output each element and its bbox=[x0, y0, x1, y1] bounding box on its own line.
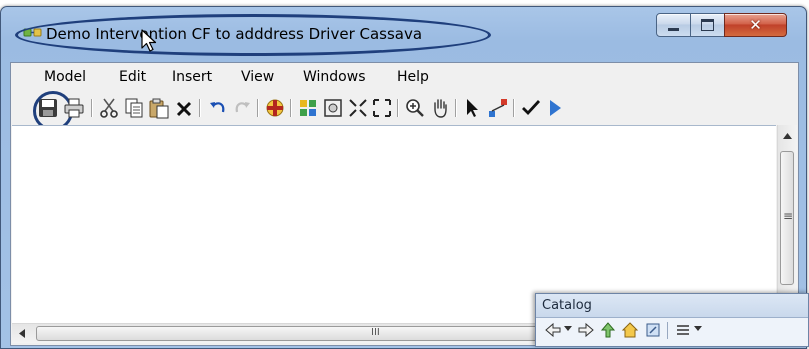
forward-arrow-icon[interactable] bbox=[577, 321, 595, 339]
menu-bar: Model Edit Insert View Windows Help bbox=[11, 65, 798, 89]
title-highlight-ellipse bbox=[15, 14, 491, 56]
title-bar[interactable]: Demo Intervention CF to adddress Driver … bbox=[1, 7, 806, 60]
toolbar-separator bbox=[199, 99, 200, 117]
toolbar-separator bbox=[455, 99, 456, 117]
auto-layout-button[interactable] bbox=[297, 97, 319, 119]
minimize-button[interactable] bbox=[656, 13, 691, 37]
toolbar bbox=[11, 91, 798, 131]
menu-windows[interactable]: Windows bbox=[303, 69, 366, 85]
print-button[interactable] bbox=[63, 97, 85, 119]
paste-button[interactable] bbox=[148, 97, 170, 119]
toolbar-separator bbox=[257, 99, 258, 117]
toolbar-separator bbox=[290, 99, 291, 117]
select-button[interactable] bbox=[462, 97, 484, 119]
add-data-button[interactable] bbox=[264, 97, 286, 119]
paste-icon bbox=[149, 98, 169, 119]
undo-icon bbox=[210, 102, 225, 113]
back-arrow-icon[interactable] bbox=[544, 321, 562, 339]
zoom-in-fixed-button[interactable] bbox=[347, 97, 369, 119]
views-icon[interactable] bbox=[674, 321, 692, 339]
full-extent-icon bbox=[324, 99, 342, 117]
delete-button[interactable] bbox=[173, 97, 195, 119]
save-button[interactable] bbox=[33, 91, 73, 131]
run-icon bbox=[550, 100, 561, 116]
connect-button[interactable] bbox=[487, 97, 509, 119]
redo-button[interactable] bbox=[231, 97, 253, 119]
scroll-grip-icon: III bbox=[371, 327, 380, 338]
full-extent-button[interactable] bbox=[322, 97, 344, 119]
run-button[interactable] bbox=[544, 97, 566, 119]
copy-button[interactable] bbox=[123, 97, 145, 119]
redo-icon bbox=[235, 102, 250, 113]
toolbar-separator bbox=[397, 99, 398, 117]
auto-layout-icon bbox=[300, 100, 316, 116]
close-button[interactable]: ✕ bbox=[724, 13, 787, 37]
toolbar-separator bbox=[91, 99, 92, 117]
menu-help[interactable]: Help bbox=[397, 69, 429, 85]
maximize-button[interactable] bbox=[690, 13, 725, 37]
mouse-cursor-icon bbox=[141, 29, 157, 52]
scroll-grip-icon: ≡ bbox=[783, 209, 794, 223]
close-icon: ✕ bbox=[749, 16, 762, 34]
catalog-header[interactable]: Catalog bbox=[536, 294, 808, 318]
up-one-level-icon[interactable] bbox=[599, 321, 617, 339]
cut-icon bbox=[100, 98, 118, 118]
catalog-window: Catalog bbox=[535, 293, 809, 347]
home-icon[interactable] bbox=[621, 321, 639, 339]
zoom-in-button[interactable] bbox=[404, 97, 426, 119]
toolbar-separator bbox=[513, 99, 514, 117]
menu-model[interactable]: Model bbox=[44, 69, 86, 85]
zoom-in-fixed-icon bbox=[349, 99, 367, 117]
zoom-in-icon bbox=[406, 99, 424, 117]
toolbar-separator bbox=[667, 322, 668, 339]
menu-edit[interactable]: Edit bbox=[119, 69, 146, 85]
delete-icon bbox=[176, 101, 192, 117]
pan-icon bbox=[434, 99, 447, 118]
catalog-title: Catalog bbox=[542, 298, 592, 313]
connect-icon bbox=[489, 99, 507, 117]
undo-button[interactable] bbox=[207, 97, 229, 119]
scroll-left-arrow-icon[interactable] bbox=[19, 329, 25, 338]
validate-button[interactable] bbox=[520, 97, 542, 119]
chevron-down-icon[interactable] bbox=[694, 326, 702, 332]
zoom-out-fixed-icon bbox=[373, 99, 391, 117]
select-icon bbox=[467, 99, 478, 117]
chevron-down-icon[interactable] bbox=[564, 326, 572, 332]
catalog-toolbar bbox=[536, 318, 808, 344]
scroll-up-arrow-icon[interactable] bbox=[783, 133, 792, 139]
minimize-icon bbox=[668, 27, 679, 31]
maximize-icon bbox=[701, 19, 714, 31]
zoom-out-fixed-button[interactable] bbox=[371, 97, 393, 119]
pan-button[interactable] bbox=[429, 97, 451, 119]
validate-icon bbox=[522, 100, 541, 116]
menu-view[interactable]: View bbox=[241, 69, 274, 85]
print-icon bbox=[64, 98, 84, 118]
menu-insert[interactable]: Insert bbox=[172, 69, 212, 85]
copy-icon bbox=[125, 98, 143, 118]
vertical-scroll-thumb[interactable]: ≡ bbox=[780, 151, 794, 285]
cut-button[interactable] bbox=[98, 97, 120, 119]
toggle-contents-icon[interactable] bbox=[644, 321, 662, 339]
add-data-icon bbox=[266, 99, 284, 117]
